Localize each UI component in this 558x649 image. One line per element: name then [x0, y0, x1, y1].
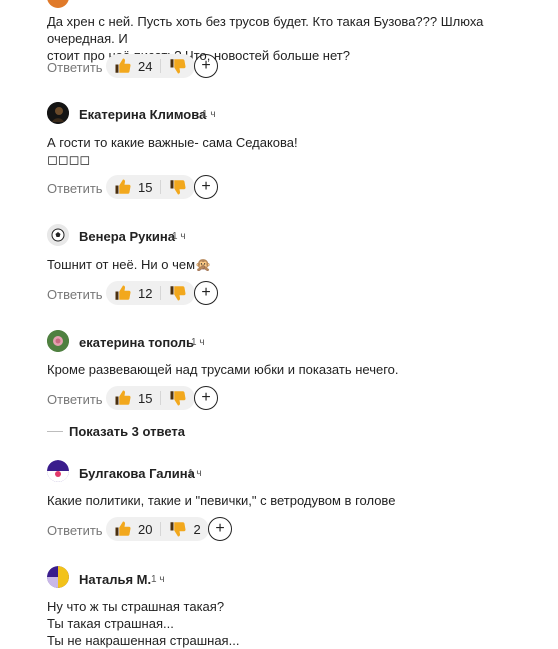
reactions-pill: 15 — [106, 175, 196, 199]
author-name[interactable]: екатерина тополь — [79, 335, 194, 350]
reply-button[interactable]: Ответить — [47, 287, 103, 302]
reply-button[interactable]: Ответить — [47, 392, 103, 407]
avatar — [47, 224, 69, 246]
add-reaction-button[interactable]: + — [194, 54, 218, 78]
comment-text: Тошнит от неё. Ни о чем🙊 — [47, 256, 552, 273]
thumbs-down-icon — [170, 180, 186, 195]
dislike-button[interactable] — [161, 281, 195, 305]
author-name[interactable]: Булгакова Галина — [79, 466, 195, 481]
add-reaction-button[interactable]: + — [194, 175, 218, 199]
like-button[interactable]: 24 — [106, 54, 160, 78]
like-button[interactable]: 12 — [106, 281, 160, 305]
comment-text-line: Да хрен с ней. Пусть хоть без трусов буд… — [47, 14, 484, 46]
comment-text-line: Тошнит от неё. Ни о чем🙊 — [47, 257, 212, 272]
thumbs-down-icon — [170, 59, 186, 74]
avatar — [47, 102, 69, 124]
dislike-button[interactable] — [161, 175, 195, 199]
dislike-button[interactable] — [161, 386, 195, 410]
plus-icon: + — [201, 178, 211, 195]
reply-button[interactable]: Ответить — [47, 60, 103, 75]
add-reaction-button[interactable]: + — [208, 517, 232, 541]
dislike-count: 2 — [193, 521, 201, 537]
show-replies-button[interactable]: Показать 3 ответа — [69, 424, 185, 439]
like-button[interactable]: 20 — [106, 517, 160, 541]
like-count: 20 — [138, 521, 153, 537]
like-button[interactable]: 15 — [106, 175, 160, 199]
thumbs-up-icon — [115, 285, 131, 300]
dislike-button[interactable]: 2 — [161, 517, 208, 541]
avatar — [47, 460, 69, 482]
add-reaction-button[interactable]: + — [194, 281, 218, 305]
comment-text-line: Ты такая страшная... — [47, 616, 174, 631]
thumbs-down-icon — [170, 391, 186, 406]
comment-time: 1 ч — [202, 109, 216, 120]
comment-text-line: Какие политики, такие и "певички," с вет… — [47, 493, 396, 508]
avatar-partial — [47, 0, 69, 8]
thumbs-up-icon — [115, 179, 131, 194]
like-count: 15 — [138, 390, 153, 406]
comment-text: А гости то какие важные- сама Седакова! … — [47, 134, 552, 168]
comment-text: Ну что ж ты страшная такая? Ты такая стр… — [47, 598, 552, 649]
comment-text-line: Кроме развевающей над трусами юбки и пок… — [47, 362, 399, 377]
reactions-pill: 12 — [106, 281, 196, 305]
reactions-pill: 24 — [106, 54, 196, 78]
comment-text-line: Ну что ж ты страшная такая? — [47, 599, 225, 614]
plus-icon: + — [215, 520, 225, 537]
author-name[interactable]: Наталья М. — [79, 572, 151, 587]
replies-line — [47, 431, 63, 432]
thumbs-up-icon — [115, 58, 131, 73]
avatar — [47, 566, 69, 588]
author-name[interactable]: Венера Рукина — [79, 229, 175, 244]
like-count: 24 — [138, 58, 153, 74]
like-count: 12 — [138, 285, 153, 301]
thumbs-down-icon — [170, 522, 186, 537]
thumbs-down-icon — [170, 286, 186, 301]
plus-icon: + — [201, 57, 211, 74]
comment-text: Какие политики, такие и "певички," с вет… — [47, 492, 552, 509]
comment-time: 1 ч — [188, 468, 202, 479]
comment-time: 1 ч — [172, 231, 186, 242]
comment-time: 1 ч — [151, 574, 165, 585]
comment-text-line: ◻◻◻◻ — [47, 152, 91, 167]
like-button[interactable]: 15 — [106, 386, 160, 410]
author-name[interactable]: Екатерина Климова — [79, 107, 206, 122]
like-count: 15 — [138, 179, 153, 195]
reactions-pill: 15 — [106, 386, 196, 410]
comment-text-line: А гости то какие важные- сама Седакова! — [47, 135, 298, 150]
reply-button[interactable]: Ответить — [47, 523, 103, 538]
add-reaction-button[interactable]: + — [194, 386, 218, 410]
reactions-pill: 20 2 — [106, 517, 209, 541]
plus-icon: + — [201, 284, 211, 301]
comment-text: Кроме развевающей над трусами юбки и пок… — [47, 361, 552, 378]
reply-button[interactable]: Ответить — [47, 181, 103, 196]
comment-text-line: Ты не накрашенная страшная... — [47, 633, 240, 648]
avatar — [47, 330, 69, 352]
thumbs-up-icon — [115, 390, 131, 405]
dislike-button[interactable] — [161, 54, 195, 78]
comment-time: 1 ч — [191, 337, 205, 348]
plus-icon: + — [201, 389, 211, 406]
thumbs-up-icon — [115, 521, 131, 536]
